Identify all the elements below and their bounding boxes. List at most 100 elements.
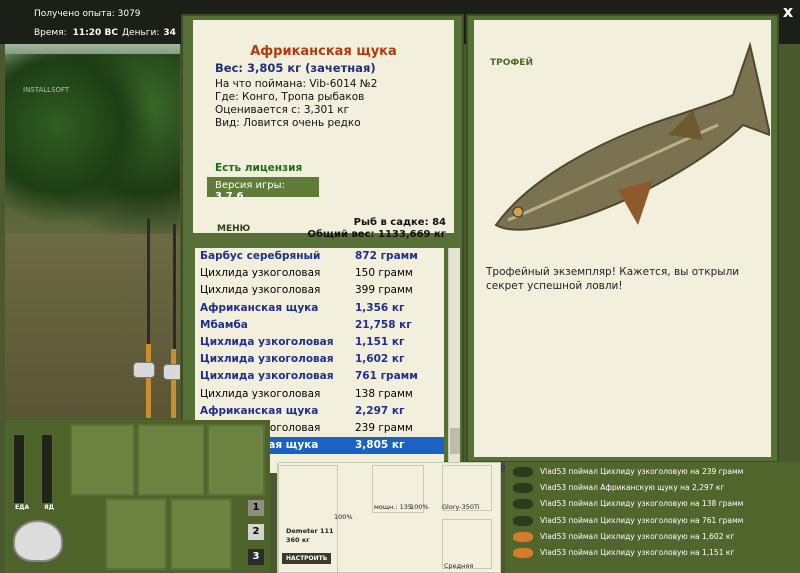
catch-fish-name: Цихлида узкоголовая — [200, 353, 334, 366]
catch-fish-weight: 1,602 кг — [355, 353, 405, 366]
fish-icon — [513, 499, 533, 510]
catch-fish-weight: 399 грамм — [355, 284, 413, 297]
version-badge: Версия игры: 3.7.6 — [207, 177, 319, 202]
time-display: Время: 11:20 ВС — [34, 28, 118, 38]
log-row: Vlad53 поймал Цихлиду узкоголовую на 761… — [505, 513, 800, 529]
cage-total-weight: Общий вес: 1133,669 кг — [307, 229, 446, 240]
box-icon[interactable] — [137, 424, 205, 496]
scrollbar-thumb[interactable] — [450, 428, 460, 454]
log-text: Vlad53 поймал Цихлиду узкоголовую на 138… — [540, 499, 744, 509]
fish-weight: Вес: 3,805 кг (зачетная) — [215, 61, 376, 75]
close-icon[interactable]: x — [779, 3, 797, 21]
catch-fish-name: Мбамба — [200, 318, 248, 331]
fish-bait: На что поймана: Vib-6014 №2 — [215, 78, 378, 90]
setup-button[interactable]: НАСТРОИТЬ — [282, 553, 332, 564]
fish-type: Вид: Ловится очень редко — [215, 117, 361, 129]
xp-value: 3079 — [117, 9, 141, 19]
trophy-text: Трофейный экземпляр! Кажется, вы открыли… — [486, 266, 740, 292]
time-value: 11:20 ВС — [72, 28, 118, 38]
slot-button-3[interactable]: 3 — [248, 549, 264, 565]
line-name: Glory-350Ti — [442, 503, 480, 511]
cage-count: Рыб в садке: 84 — [353, 217, 446, 228]
rod-weight: 360 кг — [286, 536, 310, 544]
drink-bar — [41, 434, 53, 504]
map-icon[interactable] — [207, 424, 265, 496]
catch-fish-name: Барбус серебряный — [200, 250, 321, 262]
fish-icon — [513, 548, 533, 558]
version-label: Версия игры: — [215, 180, 285, 191]
fish-details: Африканская щука Вес: 3,805 кг (зачетная… — [193, 20, 454, 240]
log-row: Vlad53 поймал Цихлиду узкоголовую на 239… — [505, 464, 800, 480]
catch-fish-name: Цихлида узкоголовая — [200, 284, 321, 297]
catch-list-row[interactable]: Мбамба 21,758 кг — [195, 317, 444, 334]
fish-info-panel: Африканская щука Вес: 3,805 кг (зачетная… — [181, 14, 464, 473]
fish-location: Где: Конго, Тропа рыбаков — [215, 91, 365, 103]
time-label: Время: — [34, 28, 67, 38]
xp-display: Получено опыта: 3079 — [34, 9, 141, 19]
catch-list-row[interactable]: Цихлида узкоголовая 1,602 кг — [195, 351, 444, 368]
rod-percent: 100% — [334, 513, 353, 521]
river-water — [5, 234, 180, 418]
log-text: Vlad53 поймал Цихлиду узкоголовую на 761… — [540, 515, 744, 525]
fishing-scene[interactable]: INSTALLSOFT — [5, 44, 180, 418]
cutlery-icon[interactable] — [105, 498, 167, 570]
pot-icon[interactable] — [13, 520, 63, 562]
reel-icon — [163, 364, 180, 380]
catch-fish-name: Африканская щука — [200, 301, 319, 314]
catch-fish-weight: 239 грамм — [355, 421, 413, 434]
fish-icon — [513, 467, 533, 477]
catch-fish-weight: 138 грамм — [355, 387, 413, 400]
catch-list-row[interactable]: Цихлида узкоголовая 761 грамм — [195, 368, 444, 385]
license-status: Есть лицензия — [215, 162, 303, 174]
gear-panel: Demeter 111 360 кг 100% НАСТРОИТЬ мощн.:… — [277, 462, 501, 573]
money-display: Деньги: 34 — [122, 28, 176, 38]
reel-percent: 100% — [410, 503, 429, 511]
fishing-rod[interactable] — [171, 349, 176, 418]
money-label: Деньги: — [122, 28, 160, 38]
catch-fish-name: Цихлида узкоголовая — [200, 267, 321, 280]
catch-list-row[interactable]: Африканская щука 1,356 кг — [195, 300, 444, 317]
fish-icon[interactable] — [170, 498, 232, 570]
fishing-rod[interactable] — [146, 344, 151, 418]
fish-icon — [513, 531, 533, 542]
catch-fish-weight: 1,151 кг — [355, 335, 405, 348]
catch-list-row[interactable]: Барбус серебряный 872 грамм — [195, 248, 444, 265]
fish-icon — [513, 483, 533, 494]
catch-list-row[interactable]: Цихлида узкоголовая 150 грамм — [195, 265, 444, 282]
rod-icon[interactable] — [70, 424, 135, 496]
catch-list-row[interactable]: Цихлида узкоголовая 1,151 кг — [195, 334, 444, 351]
log-row: Vlad53 поймал Цихлиду узкоголовую на 138… — [505, 496, 800, 512]
log-text: Vlad53 поймал Цихлиду узкоголовую на 1,6… — [540, 531, 735, 541]
watermark: INSTALLSOFT — [23, 86, 70, 94]
food-label: ЕДА — [15, 504, 30, 511]
catch-fish-weight: 761 грамм — [355, 370, 418, 383]
catch-fish-name: Цихлида узкоголовая — [200, 335, 334, 348]
log-text: Vlad53 поймал Африканскую щуку на 2,297 … — [540, 483, 725, 493]
jungle-background — [5, 54, 180, 234]
food-bar — [13, 434, 25, 504]
catch-list-row[interactable]: Африканская щука 2,297 кг — [195, 403, 444, 420]
catch-list-row[interactable]: Цихлида узкоголовая 399 грамм — [195, 282, 444, 299]
fish-image — [494, 41, 770, 231]
bottom-left-controls: ЕДА ЯД 1 2 3 — [5, 420, 270, 573]
fish-value: Оценивается с: 3,301 кг — [215, 104, 350, 116]
catch-log: Vlad53 поймал Цихлиду узкоголовую на 239… — [505, 462, 800, 573]
catch-fish-weight: 2,297 кг — [355, 404, 405, 417]
slot-button-2[interactable]: 2 — [248, 524, 264, 540]
catch-list-row[interactable]: Цихлида узкоголовая 138 грамм — [195, 386, 444, 403]
money-value: 34 — [163, 28, 176, 38]
catch-fish-weight: 150 грамм — [355, 267, 413, 280]
xp-label: Получено опыта: — [34, 9, 115, 19]
trophy-panel: ТРОФЕЙ Трофейный экземпляр! Кажется, вы … — [466, 14, 779, 473]
menu-button[interactable]: МЕНЮ — [217, 224, 250, 234]
log-row: Vlad53 поймал Африканскую щуку на 2,297 … — [505, 480, 800, 496]
slot-button-1[interactable]: 1 — [248, 500, 264, 516]
drink-label: ЯД — [44, 504, 54, 511]
version-value: 3.7.6 — [215, 191, 244, 202]
catch-list-scrollbar[interactable] — [448, 248, 460, 473]
catch-fish-weight: 1,356 кг — [355, 301, 405, 314]
catch-fish-weight: 872 грамм — [355, 250, 418, 262]
log-text: Vlad53 поймал Цихлиду узкоголовую на 1,1… — [540, 548, 735, 557]
log-text: Vlad53 поймал Цихлиду узкоголовую на 239… — [540, 467, 744, 476]
log-row: Vlad53 поймал Цихлиду узкоголовую на 1,1… — [505, 545, 800, 561]
